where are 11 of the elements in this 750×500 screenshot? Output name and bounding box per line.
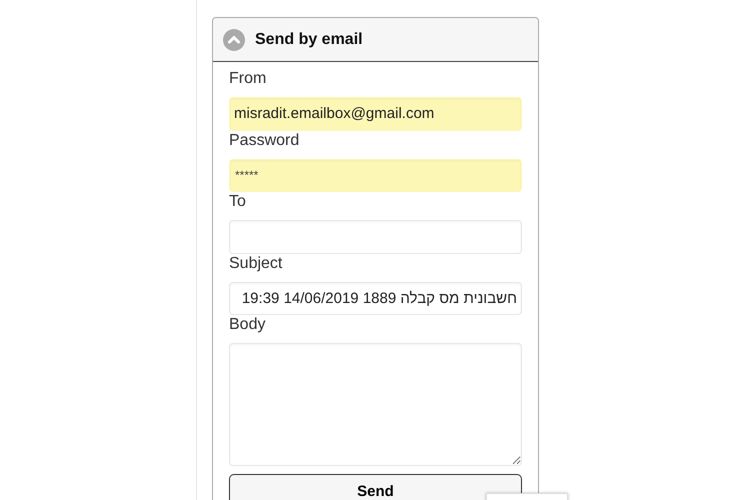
panel-header[interactable]: Send by email bbox=[213, 18, 538, 62]
field-label: To bbox=[229, 193, 246, 212]
password-field[interactable]: ***** bbox=[229, 158, 522, 192]
send-button[interactable]: Send bbox=[229, 474, 522, 500]
field-label: Body bbox=[229, 316, 266, 334]
field-label: Password bbox=[229, 132, 300, 150]
panel-title: Send by email bbox=[255, 30, 363, 48]
input-field[interactable]: misradit.emailbox@gmail.com bbox=[229, 97, 522, 131]
field-label: Subject bbox=[229, 254, 282, 273]
field-label: From bbox=[229, 70, 266, 88]
input-field[interactable]: חשבונית מס קבלה 1889 14/06/2019 19:39 bbox=[229, 282, 522, 316]
